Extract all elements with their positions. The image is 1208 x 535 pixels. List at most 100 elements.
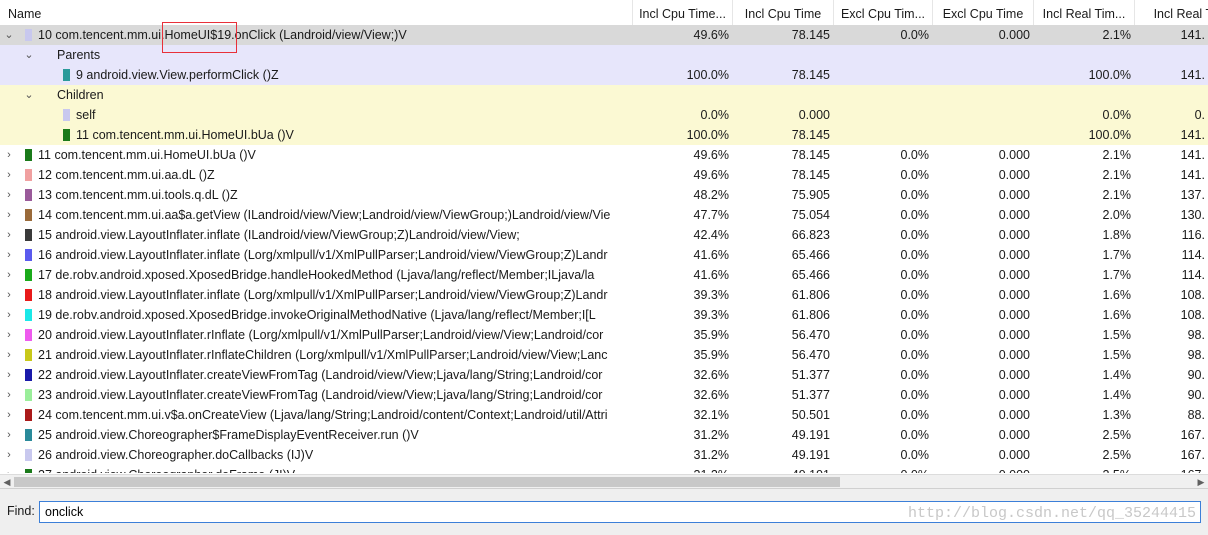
- table-row[interactable]: 11 com.tencent.mm.ui.HomeUI.bUa ()V 100.0…: [0, 125, 1208, 145]
- value-cell: 1.5%: [1102, 328, 1132, 342]
- table-row[interactable]: › 11 com.tencent.mm.ui.HomeUI.bUa ()V 49.6…: [0, 145, 1208, 165]
- chevron-right-icon[interactable]: ›: [4, 265, 14, 285]
- value-cell: 141.: [1180, 68, 1205, 82]
- table-row[interactable]: › 26 android.view.Choreographer.doCallbac…: [0, 445, 1208, 465]
- color-swatch-icon: [63, 69, 70, 81]
- scroll-left-icon[interactable]: ◀: [0, 475, 14, 489]
- method-name: self: [76, 108, 96, 122]
- column-header[interactable]: Name: [0, 0, 632, 28]
- value-cell: 0.0%: [1102, 108, 1132, 122]
- name-cell: › 21 android.view.LayoutInflater.rInflate…: [0, 345, 632, 365]
- table-row[interactable]: › 16 android.view.LayoutInflater.inflate …: [0, 245, 1208, 265]
- value-cell: 50.501: [791, 408, 830, 422]
- chevron-right-icon[interactable]: ›: [4, 465, 14, 473]
- scrollbar-thumb[interactable]: [14, 477, 840, 487]
- value-cell: 141.: [1180, 28, 1205, 42]
- column-header[interactable]: Incl Real Tim...: [1033, 0, 1134, 28]
- name-cell: › 18 android.view.LayoutInflater.inflate …: [0, 285, 632, 305]
- value-cell: 65.466: [791, 248, 830, 262]
- table-row[interactable]: › 24 com.tencent.mm.ui.v$a.onCreateView (…: [0, 405, 1208, 425]
- chevron-right-icon[interactable]: ›: [4, 405, 14, 425]
- value-cell: 41.6%: [693, 268, 729, 282]
- value-cell: 0.000: [932, 465, 1033, 473]
- value-cell: 78.145: [791, 28, 830, 42]
- table-row[interactable]: › 21 android.view.LayoutInflater.rInflate…: [0, 345, 1208, 365]
- value-cell: 61.806: [791, 288, 830, 302]
- chevron-right-icon[interactable]: ›: [4, 305, 14, 325]
- find-bar: Find: http://blog.csdn.net/qq_35244415: [0, 488, 1208, 535]
- chevron-right-icon[interactable]: ›: [4, 365, 14, 385]
- table-row[interactable]: › 27 android.view.Choreographer.doFrame (…: [0, 465, 1208, 473]
- value-cell: 47.7%: [693, 208, 729, 222]
- table-row[interactable]: › 18 android.view.LayoutInflater.inflate …: [0, 285, 1208, 305]
- chevron-right-icon[interactable]: ›: [4, 145, 14, 165]
- table-row[interactable]: › 12 com.tencent.mm.ui.aa.dL ()Z 49.6% 78.1…: [0, 165, 1208, 185]
- table-row[interactable]: › 23 android.view.LayoutInflater.createVi…: [0, 385, 1208, 405]
- value-cell: 2.1%: [1102, 28, 1132, 42]
- value-cell: 0.000: [998, 228, 1030, 242]
- table-row[interactable]: › 19 de.robv.android.xposed.XposedBridge.…: [0, 305, 1208, 325]
- name-cell: › 27 android.view.Choreographer.doFrame (…: [0, 465, 632, 473]
- column-header[interactable]: Incl Real Ti: [1134, 0, 1208, 28]
- name-cell: 9 android.view.View.performClick ()Z: [0, 65, 632, 85]
- value-cell: 0.0%: [900, 248, 930, 262]
- method-name: 26 android.view.Choreographer.doCallback…: [38, 448, 314, 462]
- value-cell: 1.6%: [1102, 288, 1132, 302]
- color-swatch-icon: [25, 389, 32, 401]
- chevron-right-icon[interactable]: ›: [4, 445, 14, 465]
- chevron-right-icon[interactable]: ›: [4, 285, 14, 305]
- table-row[interactable]: › 20 android.view.LayoutInflater.rInflate…: [0, 325, 1208, 345]
- method-name: 25 android.view.Choreographer$FrameDispl…: [38, 428, 419, 442]
- value-cell: 0.000: [998, 368, 1030, 382]
- value-cell: 35.9%: [693, 348, 729, 362]
- chevron-right-icon[interactable]: ›: [4, 345, 14, 365]
- chevron-right-icon[interactable]: ›: [4, 185, 14, 205]
- column-header[interactable]: Excl Cpu Time: [932, 0, 1033, 28]
- chevron-right-icon[interactable]: ›: [4, 225, 14, 245]
- table-row[interactable]: › 22 android.view.LayoutInflater.createVi…: [0, 365, 1208, 385]
- value-cell: 0.0%: [900, 448, 930, 462]
- color-swatch-icon: [25, 169, 32, 181]
- color-swatch-icon: [25, 229, 32, 241]
- chevron-right-icon[interactable]: ›: [4, 325, 14, 345]
- value-cell: 32.6%: [693, 388, 729, 402]
- table-row[interactable]: 9 android.view.View.performClick ()Z 100.…: [0, 65, 1208, 85]
- table-row[interactable]: › 17 de.robv.android.xposed.XposedBridge.…: [0, 265, 1208, 285]
- color-swatch-icon: [25, 209, 32, 221]
- method-name: 23 android.view.LayoutInflater.createVie…: [38, 388, 603, 402]
- column-header[interactable]: Excl Cpu Tim...: [833, 0, 932, 28]
- value-cell: 39.3%: [693, 308, 729, 322]
- scroll-right-icon[interactable]: ▶: [1194, 475, 1208, 489]
- table-row[interactable]: › 14 com.tencent.mm.ui.aa$a.getView (ILan…: [0, 205, 1208, 225]
- method-name: 12 com.tencent.mm.ui.aa.dL ()Z: [38, 168, 215, 182]
- value-cell: 1.7%: [1102, 268, 1132, 282]
- chevron-right-icon[interactable]: ›: [4, 165, 14, 185]
- column-header[interactable]: Incl Cpu Time...: [632, 0, 732, 28]
- table-row[interactable]: self 0.0% 0.000 0.0% 0.: [0, 105, 1208, 125]
- name-cell: › 15 android.view.LayoutInflater.inflate …: [0, 225, 632, 245]
- value-cell: 167.: [1180, 428, 1205, 442]
- value-cell: 2.1%: [1102, 168, 1132, 182]
- horizontal-scrollbar[interactable]: ◀ ▶: [0, 474, 1208, 489]
- value-cell: 141.: [1180, 168, 1205, 182]
- table-row[interactable]: › 25 android.view.Choreographer$FrameDisp…: [0, 425, 1208, 445]
- value-cell: 78.145: [791, 148, 830, 162]
- name-cell: › 24 com.tencent.mm.ui.v$a.onCreateView (…: [0, 405, 632, 425]
- color-swatch-icon: [25, 309, 32, 321]
- table-row[interactable]: ⌄ Children: [0, 85, 1208, 105]
- name-cell: ⌄ Parents: [0, 45, 632, 65]
- column-header[interactable]: Incl Cpu Time: [732, 0, 833, 28]
- chevron-down-icon[interactable]: ⌄: [24, 45, 34, 65]
- chevron-right-icon[interactable]: ›: [4, 245, 14, 265]
- chevron-down-icon[interactable]: ⌄: [4, 25, 14, 45]
- value-cell: 1.5%: [1102, 348, 1132, 362]
- chevron-right-icon[interactable]: ›: [4, 205, 14, 225]
- table-row[interactable]: › 15 android.view.LayoutInflater.inflate …: [0, 225, 1208, 245]
- method-name: Parents: [57, 48, 101, 62]
- chevron-right-icon[interactable]: ›: [4, 385, 14, 405]
- value-cell: [1134, 85, 1208, 105]
- value-cell: 49.6%: [693, 28, 729, 42]
- table-row[interactable]: › 13 com.tencent.mm.ui.tools.q.dL ()Z 48.2…: [0, 185, 1208, 205]
- chevron-down-icon[interactable]: ⌄: [24, 85, 34, 105]
- chevron-right-icon[interactable]: ›: [4, 425, 14, 445]
